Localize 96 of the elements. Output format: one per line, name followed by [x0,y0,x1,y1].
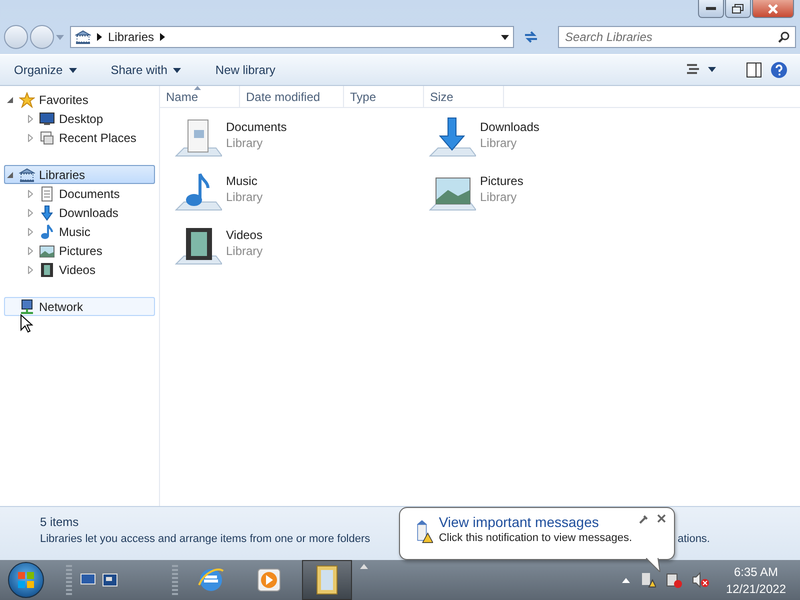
media-player-icon [256,567,282,593]
start-button[interactable] [8,562,44,598]
item-type: Library [226,190,263,204]
show-desktop-icon[interactable] [80,573,96,587]
close-button[interactable] [752,0,794,18]
monitor-icon [39,110,55,126]
library-description: Libraries let you access and arrange items from one or more folders [40,533,370,545]
sort-arrow-icon [194,86,201,90]
notification-balloon[interactable]: View important messages Click this notification to view messages. [399,507,675,560]
library-item[interactable]: Music Library [174,170,428,224]
caret-icon [501,34,509,40]
collapsed-triangle-icon[interactable] [28,208,32,216]
mouse-pointer-icon [20,314,34,334]
minimize-icon [706,6,716,10]
collapsed-triangle-icon[interactable] [28,134,32,142]
search-icon [778,31,790,43]
search-field[interactable]: Search Libraries [558,26,796,48]
close-icon[interactable] [657,514,666,523]
breadcrumb[interactable]: Libraries [108,30,154,44]
folder-icon [314,564,340,596]
wrench-icon[interactable] [638,514,649,525]
clock-time: 6:35 AM [734,564,778,578]
caret-icon [56,34,64,40]
up-arrow-icon[interactable] [360,564,368,568]
library-item[interactable]: Videos Library [174,224,428,278]
sidebar-item[interactable]: Favorites [4,90,155,109]
restore-button[interactable] [725,0,751,18]
item-name: Videos [226,228,263,242]
sidebar-item[interactable]: Documents [4,184,155,203]
collapsed-triangle-icon[interactable] [28,266,32,274]
star-icon [19,92,35,108]
music-note-icon [39,224,55,240]
taskbar-button[interactable] [302,560,352,600]
expanded-triangle-icon[interactable] [7,172,13,178]
network-icon [19,298,35,314]
collapsed-triangle-icon[interactable] [28,114,32,122]
toolbar-button[interactable]: New library [213,59,278,81]
library-description: ations. [678,533,710,545]
film-icon [39,262,55,278]
item-name: Pictures [480,174,524,188]
item-count: 5 items [40,515,79,529]
action-center-warning-icon[interactable] [640,572,656,588]
item-name: Music [226,174,258,188]
chevron-icon [160,33,166,41]
collapsed-triangle-icon[interactable] [28,190,32,198]
down-arrow-icon [39,204,55,220]
sidebar-item[interactable]: Music [4,222,155,241]
restore-icon [732,4,744,14]
sidebar-item[interactable]: Desktop [4,109,155,128]
item-type: Library [480,136,518,150]
toolbar-button[interactable]: Share with [108,59,184,81]
up-arrow-icon[interactable] [622,578,630,582]
caret-icon [173,68,182,72]
muted-speaker-icon[interactable] [692,572,710,588]
toolbar-button[interactable]: Organize [12,59,79,81]
notification-title: View important messages [438,514,600,530]
network-error-icon[interactable] [666,572,682,588]
collapsed-triangle-icon[interactable] [28,246,32,254]
expanded-triangle-icon[interactable] [7,96,13,102]
library-item[interactable]: Documents Library [174,116,428,170]
column-header[interactable]: Size [424,86,504,107]
library-item[interactable]: Pictures Library [428,170,682,224]
sidebar-item[interactable]: Videos [4,260,155,279]
column-header[interactable]: Name [160,86,240,107]
preview-pane-icon[interactable] [746,62,762,78]
windows-logo-icon [17,571,35,589]
item-type: Library [226,136,264,150]
picture-icon [39,242,55,258]
help-icon[interactable] [770,61,788,79]
library-icon [19,166,35,182]
caret-icon [68,68,77,72]
notification-message: Click this notification to view messages. [438,532,632,544]
library-item[interactable]: Downloads Library [428,116,682,170]
sidebar-item[interactable]: Network [4,297,155,316]
clock[interactable]: 6:35 AM 12/21/2022 [726,564,786,596]
recent-places-icon [39,130,55,146]
address-bar[interactable]: Libraries [70,26,514,48]
library-icon [75,29,91,45]
item-name: Documents [226,120,287,134]
close-icon [768,4,778,14]
chevron-icon [97,33,102,41]
switch-windows-icon[interactable] [102,573,118,587]
view-options-icon[interactable] [686,63,716,77]
column-header[interactable]: Type [344,86,424,107]
minimize-button[interactable] [698,0,724,18]
item-name: Downloads [480,120,540,134]
sidebar-item[interactable]: Downloads [4,203,155,222]
document-icon [39,186,55,202]
sidebar-item[interactable]: Libraries [4,165,155,184]
clock-date: 12/21/2022 [726,582,786,596]
sidebar-item[interactable]: Recent Places [4,128,155,147]
sidebar-item[interactable]: Pictures [4,241,155,260]
collapsed-triangle-icon[interactable] [28,228,32,236]
item-type: Library [226,244,263,258]
item-type: Library [480,190,518,204]
column-header[interactable]: Date modified [240,86,344,107]
